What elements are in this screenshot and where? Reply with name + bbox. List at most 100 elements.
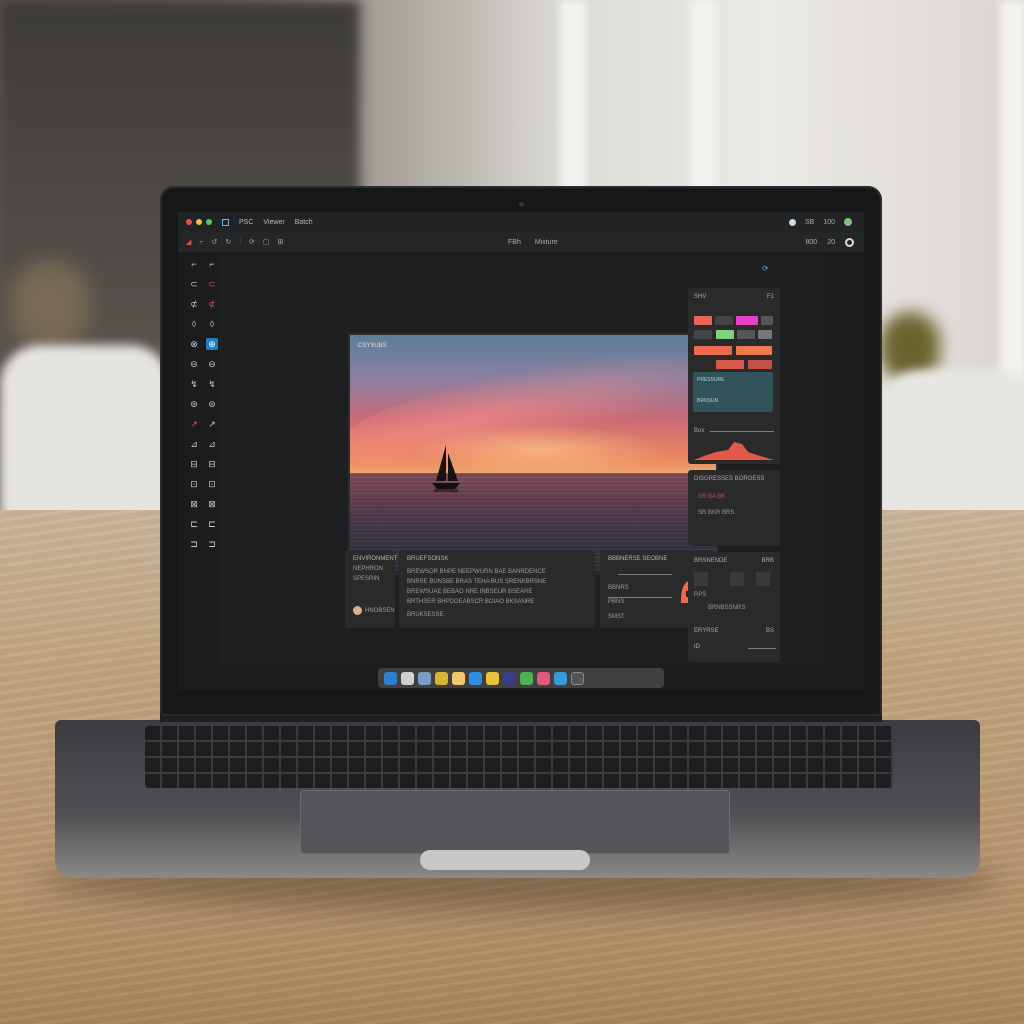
panel-row: SR BKR BRS xyxy=(698,510,735,516)
panel-footer-small: ID xyxy=(694,644,700,650)
mask-tool-icon[interactable]: ⊟ xyxy=(206,458,218,470)
export-tool-icon[interactable]: ⊐ xyxy=(188,538,200,550)
sailboat xyxy=(432,445,460,492)
color-chip[interactable] xyxy=(716,360,744,369)
layer-tool-icon[interactable]: ⊟ xyxy=(188,458,200,470)
lasso-tool-icon[interactable]: ⊂ xyxy=(188,278,200,290)
folder-icon[interactable] xyxy=(486,671,499,685)
pressure-box[interactable]: PRESSURE BRNSUN xyxy=(693,372,773,412)
details-panel: DISGRESSES BOROESS SR BA BK SR BKR BRS xyxy=(688,470,780,546)
color-chip[interactable] xyxy=(758,330,772,339)
path-tool-icon[interactable]: ↯ xyxy=(206,378,218,390)
lightroom-icon[interactable] xyxy=(503,671,516,685)
frame-tool-icon[interactable]: ⊏ xyxy=(188,518,200,530)
color-chip[interactable] xyxy=(715,316,733,325)
panel-title: SHV xyxy=(694,294,707,300)
filter-tool-icon[interactable]: ⊡ xyxy=(206,478,218,490)
music-icon[interactable] xyxy=(537,671,550,685)
notes-icon[interactable] xyxy=(452,671,465,685)
slider-track[interactable] xyxy=(710,431,774,432)
user-icon[interactable] xyxy=(844,218,852,226)
grid-icon[interactable]: ⊞ xyxy=(277,238,283,246)
minimize-icon[interactable] xyxy=(196,219,202,225)
heal-tool-icon[interactable]: ⊂ xyxy=(206,278,218,290)
slider-track[interactable] xyxy=(748,648,776,649)
maximize-icon[interactable] xyxy=(206,219,212,225)
photo-canvas[interactable]: CSYSUBS xyxy=(348,333,718,575)
safari-icon[interactable] xyxy=(401,671,414,685)
slider-track[interactable] xyxy=(608,597,672,598)
laptop-screen: PSC Viewer Batch SB 100 ◢ ⌐ ↺ ↻ ⫶ ⟳ ▢ ⊞ … xyxy=(178,212,864,690)
trash-icon[interactable] xyxy=(571,671,584,685)
toolbar: ◢ ⌐ ↺ ↻ ⫶ ⟳ ▢ ⊞ FBh Mixture 800 20 xyxy=(178,232,864,252)
preset-tile[interactable] xyxy=(694,572,708,586)
panel-row: RPS xyxy=(694,592,707,598)
color-swatch[interactable] xyxy=(353,606,362,615)
color-chip[interactable] xyxy=(748,360,772,369)
color-chip[interactable] xyxy=(694,316,712,325)
color-chip[interactable] xyxy=(716,330,734,339)
align-icon[interactable]: ⫶ xyxy=(239,238,241,246)
app-icon[interactable] xyxy=(418,671,431,685)
dodge-tool-icon[interactable]: ⊖ xyxy=(206,358,218,370)
app-icon[interactable] xyxy=(222,218,229,226)
histogram xyxy=(694,442,774,460)
history-tool-icon[interactable]: ⊠ xyxy=(188,498,200,510)
menu-item[interactable]: PSC xyxy=(239,219,253,226)
color-chip[interactable] xyxy=(694,346,732,355)
crop-icon[interactable]: ⌐ xyxy=(199,239,203,246)
panel-line: NEPHRON xyxy=(353,566,384,572)
redo-icon[interactable]: ↻ xyxy=(225,238,231,246)
crop-tool-icon[interactable]: ⊕ xyxy=(206,338,218,350)
close-icon[interactable] xyxy=(186,219,192,225)
measure-tool-icon[interactable]: ↗ xyxy=(206,418,218,430)
panel-row: PBNS xyxy=(608,599,625,605)
sync-icon[interactable]: ⟳ xyxy=(762,264,769,273)
zoom-value[interactable]: 800 xyxy=(806,239,818,246)
share-tool-icon[interactable]: ⊐ xyxy=(206,538,218,550)
brush-tool-icon[interactable]: ⊄ xyxy=(188,298,200,310)
photos-icon[interactable] xyxy=(435,671,448,685)
preset-tool-icon[interactable]: ⊠ xyxy=(206,498,218,510)
shape-tool-icon[interactable]: ⊜ xyxy=(206,398,218,410)
text-tool-icon[interactable]: ⊜ xyxy=(188,398,200,410)
color-chip[interactable] xyxy=(737,330,755,339)
hand-tool-icon[interactable]: ⊿ xyxy=(188,438,200,450)
store-icon[interactable] xyxy=(554,671,567,685)
color-chip[interactable] xyxy=(761,316,773,325)
preset-tile[interactable] xyxy=(730,572,744,586)
frame-icon[interactable]: ▢ xyxy=(263,238,270,246)
color-chip[interactable] xyxy=(694,330,712,339)
slider-track[interactable] xyxy=(618,574,672,575)
mail-icon[interactable] xyxy=(469,671,482,685)
undo-icon[interactable]: ↺ xyxy=(211,238,217,246)
opacity-value[interactable]: 20 xyxy=(827,239,835,246)
eraser-tool-icon[interactable]: ◊ xyxy=(188,318,200,330)
menu-item[interactable]: Viewer xyxy=(263,219,284,226)
fill-tool-icon[interactable]: ◊ xyxy=(206,318,218,330)
pen-tool-icon[interactable]: ↯ xyxy=(188,378,200,390)
move-tool-icon[interactable]: ⌐ xyxy=(188,258,200,270)
teal-label: PRESSURE xyxy=(697,377,725,383)
status-icon[interactable] xyxy=(788,218,796,226)
menu-item[interactable]: Batch xyxy=(295,219,313,226)
settings-icon[interactable] xyxy=(845,237,854,247)
gradient-tool-icon[interactable]: ⊗ xyxy=(188,338,200,350)
picker-tool-icon[interactable]: ↗ xyxy=(188,418,200,430)
preset-tile[interactable] xyxy=(756,572,770,586)
select-tool-icon[interactable]: ⌐ xyxy=(206,258,218,270)
clone-tool-icon[interactable]: ⊄ xyxy=(206,298,218,310)
finder-icon[interactable] xyxy=(384,671,397,685)
color-chip[interactable] xyxy=(736,316,758,325)
adjust-tool-icon[interactable]: ⊡ xyxy=(188,478,200,490)
color-chip[interactable] xyxy=(736,346,772,355)
menu-status: 100 xyxy=(823,218,835,226)
rotate-icon[interactable]: ⟳ xyxy=(249,238,255,246)
slice-tool-icon[interactable]: ⊏ xyxy=(206,518,218,530)
keyboard xyxy=(145,726,893,788)
maps-icon[interactable] xyxy=(520,671,533,685)
menu-status: SB xyxy=(804,218,815,226)
blur-tool-icon[interactable]: ⊖ xyxy=(188,358,200,370)
toolbar-mode[interactable]: Mixture xyxy=(535,239,558,246)
zoom-tool-icon[interactable]: ⊿ xyxy=(206,438,218,450)
